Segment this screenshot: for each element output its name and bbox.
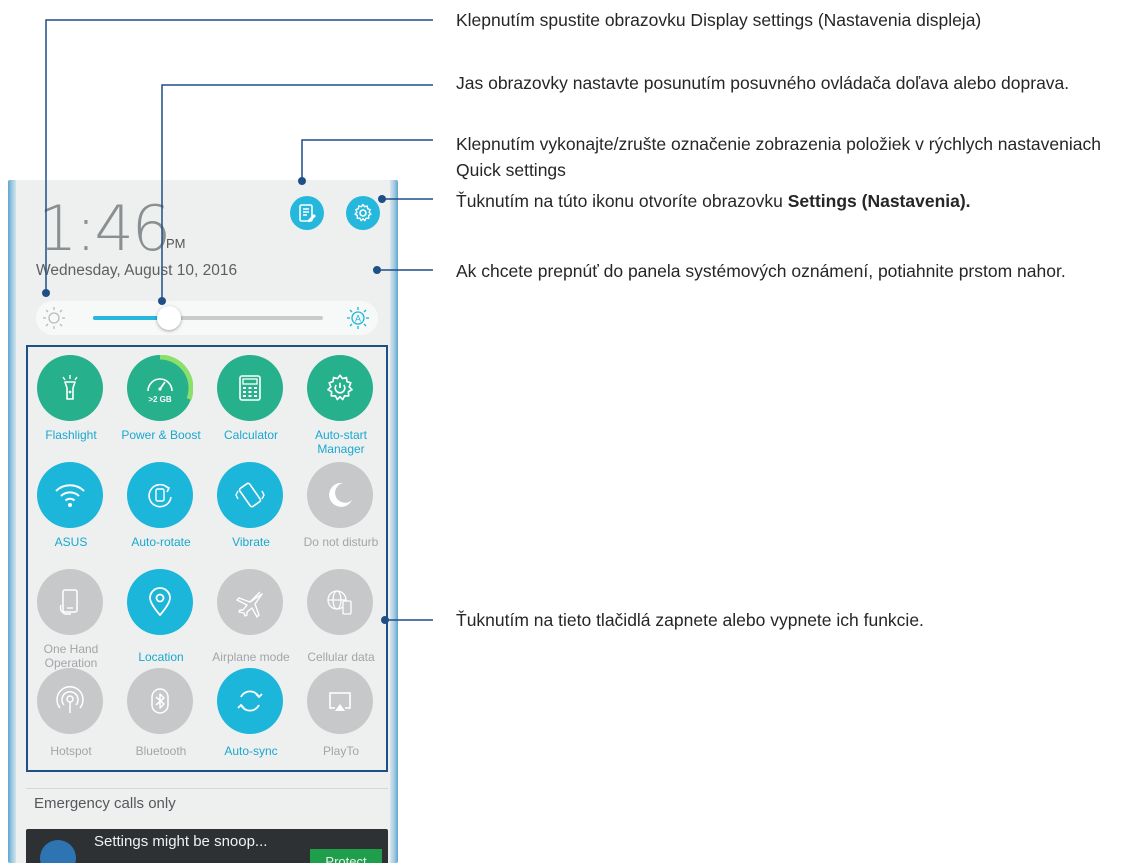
callout-leader-lines: [42, 19, 433, 624]
callout-toggles: Ťuknutím na tieto tlačidlá zapnete alebo…: [456, 610, 924, 630]
callout-brightness: Jas obrazovky nastavte posunutím posuvné…: [456, 73, 1070, 93]
callout-display-settings: Klepnutím spustite obrazovku Display set…: [456, 10, 982, 30]
callout-settings: Ťuknutím na túto ikonu otvoríte obrazovk…: [456, 188, 1132, 214]
callout-quick-settings-edit: Klepnutím vykonajte/zrušte označenie zob…: [456, 134, 1101, 180]
callout-notifications: Ak chcete prepnúť do panela systémových …: [456, 261, 1066, 281]
callout-settings-bold: Settings (Nastavenia).: [787, 191, 971, 211]
callout-settings-text: Ťuknutím na túto ikonu otvoríte obrazovk…: [456, 191, 788, 211]
